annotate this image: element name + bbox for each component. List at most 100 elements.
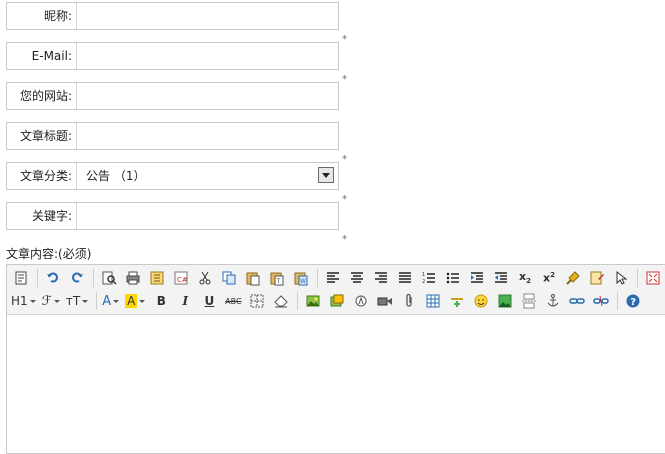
toolbar-separator — [297, 292, 299, 310]
highlight-color-dropdown[interactable]: A — [125, 294, 146, 308]
fullscreen-icon[interactable] — [643, 268, 663, 288]
bold-button[interactable]: B — [151, 291, 171, 311]
select-all-icon[interactable] — [611, 268, 631, 288]
chevron-down-icon[interactable] — [318, 167, 334, 183]
content-label: 文章内容:(必须) — [6, 247, 92, 261]
font-size-label: тT — [65, 294, 81, 308]
article-category-selected-value: 公告 （1） — [86, 169, 146, 183]
keywords-row: 关键字: — [6, 202, 339, 230]
clear-format-icon[interactable] — [563, 268, 583, 288]
article-category-row: 文章分类: 公告 （1） — [6, 162, 339, 190]
format-painter-icon[interactable] — [587, 268, 607, 288]
cut-icon[interactable] — [195, 268, 215, 288]
font-color-dropdown[interactable]: A — [102, 294, 120, 309]
highlight-label: A — [125, 294, 138, 308]
caret-down-icon — [113, 299, 120, 303]
link-icon[interactable] — [567, 291, 587, 311]
article-category-select[interactable]: 公告 （1） — [78, 163, 338, 189]
unordered-list-icon[interactable] — [443, 268, 463, 288]
align-center-icon[interactable] — [347, 268, 367, 288]
toolbar-separator — [637, 269, 638, 287]
image-gallery-icon[interactable] — [495, 291, 515, 311]
template-icon[interactable] — [147, 268, 167, 288]
svg-text:T: T — [276, 278, 281, 285]
source-code-icon[interactable] — [11, 268, 31, 288]
svg-text:W: W — [300, 278, 306, 285]
align-left-icon[interactable] — [323, 268, 343, 288]
svg-text:?: ? — [631, 297, 637, 308]
indent-icon[interactable] — [467, 268, 487, 288]
copy-icon[interactable] — [219, 268, 239, 288]
outdent-icon[interactable] — [491, 268, 511, 288]
toolbar-separator — [37, 269, 38, 287]
heading-dropdown[interactable]: H1 — [11, 294, 36, 308]
paste-icon[interactable] — [243, 268, 263, 288]
flash-icon[interactable] — [351, 291, 371, 311]
subscript-num: 2 — [526, 277, 531, 286]
font-family-dropdown[interactable]: ℱ — [42, 294, 60, 309]
underline-label: U — [204, 294, 215, 308]
toolbar-separator — [617, 292, 619, 310]
emoticon-icon[interactable] — [471, 291, 491, 311]
underline-button[interactable]: U — [199, 291, 219, 311]
nickname-input[interactable] — [78, 3, 338, 29]
redo-icon[interactable] — [67, 268, 87, 288]
border-icon[interactable] — [247, 291, 267, 311]
article-title-input[interactable] — [78, 123, 338, 149]
superscript-num: 2 — [550, 271, 555, 280]
nickname-label: 昵称: — [7, 3, 77, 29]
preview-icon[interactable] — [99, 268, 119, 288]
undo-icon[interactable] — [43, 268, 63, 288]
website-input[interactable] — [78, 83, 338, 109]
media-icon[interactable] — [375, 291, 395, 311]
editor-content-area[interactable] — [7, 315, 665, 453]
svg-text:1: 1 — [422, 272, 425, 278]
editor-toolbar: C# T W 1 2 x2 x2 H1 ℱ тT A A B I U ABC ? — [7, 265, 665, 315]
code-insert-icon[interactable]: C# — [171, 268, 191, 288]
toolbar-row-1: C# T W 1 2 x2 x2 — [11, 267, 665, 289]
caret-down-icon — [53, 299, 60, 303]
help-icon[interactable]: ? — [623, 291, 643, 311]
align-right-icon[interactable] — [371, 268, 391, 288]
keywords-input[interactable] — [78, 203, 338, 229]
anchor-icon[interactable] — [543, 291, 563, 311]
paste-word-icon[interactable]: W — [291, 268, 311, 288]
superscript-icon[interactable]: x2 — [539, 268, 559, 288]
attachment-icon[interactable] — [399, 291, 419, 311]
email-label: E-Mail: — [7, 43, 77, 69]
article-category-label: 文章分类: — [7, 163, 77, 189]
paste-text-icon[interactable]: T — [267, 268, 287, 288]
keywords-label: 关键字: — [7, 203, 77, 229]
unlink-icon[interactable] — [591, 291, 611, 311]
subscript-icon[interactable]: x2 — [515, 268, 535, 288]
toolbar-separator — [96, 292, 98, 310]
ordered-list-icon[interactable]: 12 — [419, 268, 439, 288]
bold-label: B — [156, 294, 166, 308]
rich-text-editor: C# T W 1 2 x2 x2 H1 ℱ тT A A B I U ABC ? — [6, 264, 665, 454]
svg-text:2: 2 — [422, 279, 425, 285]
font-family-label: ℱ — [41, 293, 52, 309]
svg-text:C#: C# — [177, 276, 188, 284]
italic-button[interactable]: I — [175, 291, 195, 311]
article-title-row: 文章标题: — [6, 122, 339, 150]
page-break-icon[interactable] — [519, 291, 539, 311]
multi-image-icon[interactable] — [327, 291, 347, 311]
font-size-dropdown[interactable]: тT — [65, 294, 89, 308]
strikethrough-button[interactable]: ABC — [223, 291, 243, 311]
toolbar-separator — [317, 269, 318, 287]
toolbar-separator — [93, 269, 94, 287]
print-icon[interactable] — [123, 268, 143, 288]
keywords-required-mark: * — [342, 194, 347, 205]
horizontal-rule-icon[interactable] — [447, 291, 467, 311]
table-icon[interactable] — [423, 291, 443, 311]
align-justify-icon[interactable] — [395, 268, 415, 288]
website-row: 您的网站: — [6, 82, 339, 110]
website-label: 您的网站: — [7, 83, 77, 109]
insert-image-icon[interactable] — [303, 291, 323, 311]
italic-label: I — [182, 294, 189, 308]
toolbar-row-2: H1 ℱ тT A A B I U ABC ? — [11, 290, 647, 312]
email-input[interactable] — [78, 43, 338, 69]
strikethrough-label: ABC — [225, 296, 242, 306]
eraser-icon[interactable] — [271, 291, 291, 311]
category-required-mark: * — [342, 154, 347, 165]
